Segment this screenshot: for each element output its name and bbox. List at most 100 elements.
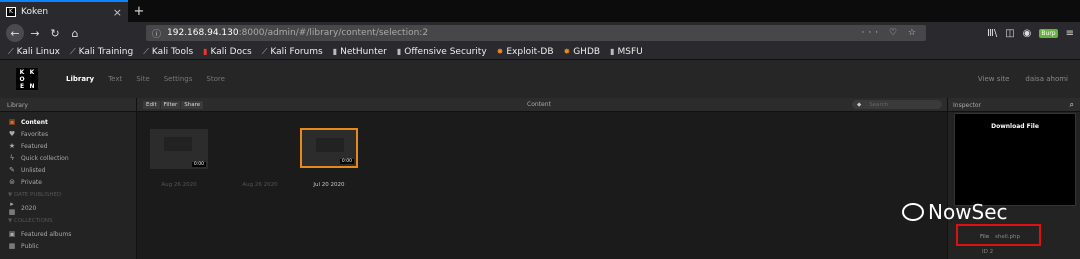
- content-thumbnail[interactable]: 0:00: [150, 129, 208, 169]
- private-icon: ⊜: [9, 178, 15, 186]
- menu-item-text[interactable]: Text: [108, 75, 122, 83]
- content-date: Aug 26 2020: [242, 182, 278, 188]
- video-thumbnail-image: [164, 137, 192, 151]
- browser-tabbar: K Koken × +: [0, 0, 1080, 22]
- bookmark-kali-linux[interactable]: ⟋ Kali Linux: [8, 47, 60, 57]
- content-title: Content: [527, 101, 551, 108]
- bookmark-msfu[interactable]: ▮ MSFU: [610, 47, 643, 57]
- bookmark-label: Exploit-DB: [506, 46, 554, 57]
- bookmark-label: Kali Forums: [270, 46, 323, 57]
- sidebar-title: Library: [0, 98, 136, 112]
- content-toolbar: Edit Filter Share Content ◆ Search: [137, 98, 947, 112]
- filter-button[interactable]: Filter: [160, 100, 181, 109]
- content-date: Jul 20 2020: [313, 182, 345, 188]
- bookmark-label: Kali Training: [78, 46, 134, 57]
- menu-item-library[interactable]: Library: [66, 75, 94, 83]
- heart-icon: ♥: [8, 130, 16, 138]
- home-icon[interactable]: ⌂: [66, 24, 84, 42]
- nethunter-icon: ▮: [332, 47, 338, 56]
- logo-letter: [27, 76, 37, 83]
- download-file-button[interactable]: Download File: [955, 123, 1075, 130]
- sidebar-item-featured[interactable]: ★ Featured: [0, 140, 136, 152]
- share-button[interactable]: Share: [181, 100, 204, 109]
- sidebar-item-public[interactable]: ▦ Public: [0, 240, 136, 252]
- edit-button[interactable]: Edit: [143, 100, 160, 109]
- sidebar-item-featured-albums[interactable]: ▣ Featured albums: [0, 228, 136, 240]
- tab-title: Koken: [21, 7, 49, 17]
- sidebar-item-content[interactable]: ▣ Content: [0, 116, 136, 128]
- bookmark-kali-docs[interactable]: ▮ Kali Docs: [203, 47, 252, 57]
- kali-dragon-icon: ⟋: [69, 46, 76, 56]
- search-icon[interactable]: ⌕: [1070, 100, 1074, 110]
- sidebar-item-unlisted[interactable]: ✎ Unlisted: [0, 164, 136, 176]
- bookmark-label: Kali Tools: [151, 46, 194, 57]
- bookmark-kali-forums[interactable]: ⟋ Kali Forums: [262, 47, 323, 57]
- logo-letter: K: [29, 69, 35, 76]
- forward-icon[interactable]: →: [26, 24, 44, 42]
- bookmark-ghdb[interactable]: ✸ GHDB: [564, 47, 601, 57]
- bookmark-offensive-security[interactable]: ▮ Offensive Security: [397, 47, 487, 57]
- info-icon[interactable]: ⓘ: [152, 27, 161, 40]
- inspector-title: Inspector: [953, 102, 981, 109]
- library-sidebar: Library ▣ Content ♥ Favorites ★ Featured ϟ Quic…: [0, 98, 137, 259]
- collections-section[interactable]: ▼ COLLECTIONS: [0, 214, 136, 228]
- id-info: ID 2: [982, 249, 993, 255]
- close-tab-icon[interactable]: ×: [113, 6, 122, 19]
- menu-item-settings[interactable]: Settings: [164, 75, 193, 83]
- id-value: 2: [989, 249, 994, 255]
- kali-dragon-icon: ⟋: [143, 46, 149, 56]
- menu-item-site[interactable]: Site: [136, 75, 149, 83]
- search-placeholder: Search: [869, 101, 889, 108]
- bookmark-exploit-db[interactable]: ✸ Exploit-DB: [497, 47, 554, 57]
- logo-letter: N: [29, 83, 35, 90]
- library-icon[interactable]: Ⅲ\: [987, 28, 997, 39]
- user-link[interactable]: daisa ahomi: [1025, 75, 1068, 83]
- unlisted-icon: ✎: [9, 166, 15, 174]
- new-tab-button[interactable]: +: [128, 0, 150, 22]
- search-input[interactable]: ◆ Search: [852, 100, 942, 109]
- view-site-link[interactable]: View site: [978, 75, 1009, 83]
- nowsec-watermark: NowSec: [902, 200, 1008, 224]
- sidebar-item-private[interactable]: ⊜ Private: [0, 176, 136, 188]
- bookmark-nethunter[interactable]: ▮ NetHunter: [333, 47, 387, 57]
- album-icon: ▣: [8, 230, 16, 238]
- url-bar[interactable]: ⓘ 192.168.94.130 :8000/admin/#/library/c…: [146, 25, 926, 41]
- sidebar-item-quick-collection[interactable]: ϟ Quick collection: [0, 152, 136, 164]
- tag-icon[interactable]: ◆: [857, 102, 861, 108]
- menu-item-store[interactable]: Store: [206, 75, 225, 83]
- content-main: Edit Filter Share Content ◆ Search 0:00 A…: [137, 98, 947, 259]
- content-thumbnail[interactable]: 0:00: [300, 128, 358, 168]
- browser-tab[interactable]: K Koken ×: [0, 0, 128, 22]
- exploitdb-icon: ✸: [496, 47, 504, 56]
- menu-icon[interactable]: ≡: [1066, 28, 1074, 39]
- bookmark-kali-training[interactable]: ⟋ Kali Training: [70, 47, 133, 57]
- date-published-section[interactable]: ▼ DATE PUBLISHED: [0, 188, 136, 202]
- koken-header: KKOEN Library Text Site Settings Store View …: [0, 60, 1080, 98]
- sidebar-item-label: Quick collection: [21, 154, 69, 162]
- content-date: Aug 26 2020: [161, 182, 197, 188]
- url-actions[interactable]: ··· ♡ ☆: [862, 28, 920, 38]
- bookmark-label: GHDB: [573, 46, 601, 57]
- kali-dragon-icon: ⟋: [8, 46, 14, 56]
- koken-favicon-icon: K: [6, 7, 16, 17]
- wechat-icon: [902, 203, 924, 221]
- sidebar-item-favorites[interactable]: ♥ Favorites: [0, 128, 136, 140]
- kali-docs-icon: ▮: [203, 47, 208, 56]
- logo-letter: K: [19, 69, 25, 76]
- offsec-icon: ▮: [396, 47, 402, 56]
- bookmark-kali-tools[interactable]: ⟋ Kali Tools: [143, 47, 193, 57]
- video-thumbnail-image: [316, 138, 344, 152]
- reload-icon[interactable]: ↻: [46, 24, 64, 42]
- toolbar-icons: Ⅲ\ ◫ ◉ Burp ≡: [987, 28, 1074, 39]
- sidebar-icon[interactable]: ◫: [1005, 28, 1014, 39]
- logo-letter: O: [19, 76, 25, 83]
- file-value[interactable]: shell.php: [995, 234, 1020, 240]
- back-icon[interactable]: ←: [6, 24, 24, 42]
- sidebar-item-label: Unlisted: [21, 166, 46, 174]
- url-host: 192.168.94.130: [167, 28, 239, 38]
- koken-logo[interactable]: KKOEN: [16, 68, 38, 90]
- bolt-icon: ϟ: [9, 154, 15, 162]
- sidebar-item-2020[interactable]: ▸ ▦ 2020: [0, 200, 136, 216]
- burp-extension-icon[interactable]: Burp: [1039, 28, 1058, 38]
- account-icon[interactable]: ◉: [1023, 28, 1032, 39]
